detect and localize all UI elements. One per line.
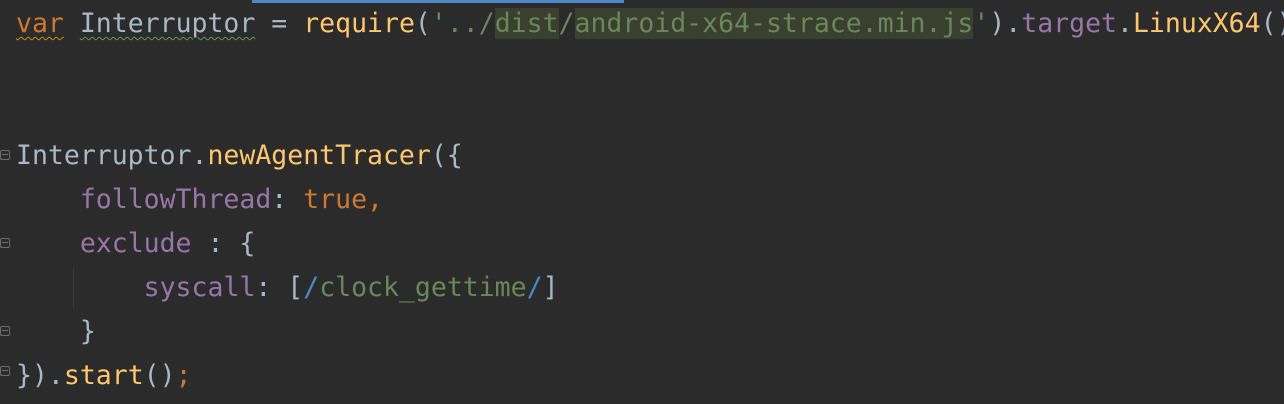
brace-close: }	[79, 316, 96, 347]
semicolon: ;	[175, 360, 192, 391]
property-exclude: exclude	[79, 228, 192, 259]
property-target: target	[1021, 8, 1117, 39]
function-linuxx64: LinuxX64	[1132, 8, 1261, 39]
code-line-8[interactable]: }	[16, 312, 96, 352]
property-syscall: syscall	[143, 272, 256, 303]
assignment-operator: =	[255, 8, 304, 39]
colon: :	[255, 272, 288, 303]
string-end-quote: '	[973, 8, 990, 39]
scroll-indicator	[252, 0, 624, 3]
code-line-1[interactable]: var Interruptor = require('../dist/andro…	[16, 4, 1284, 44]
property-followthread: followThread	[79, 184, 272, 215]
path-segment-file[interactable]: android-x64-strace.min.js	[574, 8, 974, 39]
code-line-6[interactable]: exclude : {	[16, 224, 256, 264]
comma: ,	[367, 184, 383, 215]
bracket-open: [	[287, 272, 304, 303]
editor-gutter	[0, 0, 14, 404]
keyword-var: var	[16, 8, 64, 39]
call-parens: ()	[143, 360, 176, 391]
code-line-4[interactable]: Interruptor.newAgentTracer({	[16, 136, 463, 176]
identifier-interruptor: Interruptor	[16, 140, 192, 171]
function-start: start	[63, 360, 144, 391]
path-separator: /	[558, 8, 575, 39]
paren-open: (	[414, 8, 431, 39]
colon: :	[271, 184, 304, 215]
colon-brace: : {	[191, 228, 256, 259]
fold-close-icon[interactable]	[0, 366, 10, 376]
close-call: }).	[16, 360, 64, 391]
string-prefix: '../	[430, 8, 495, 39]
open-call-object: ({	[430, 140, 463, 171]
boolean-true: true	[303, 184, 368, 215]
function-newagenttracer: newAgentTracer	[207, 140, 431, 171]
paren-close: ).	[989, 8, 1022, 39]
member-dot: .	[1116, 8, 1133, 39]
regex-delimiter: /	[303, 272, 320, 303]
member-dot: .	[191, 140, 208, 171]
regex-body: clock_gettime	[319, 272, 527, 303]
code-line-9[interactable]: }).start();	[16, 356, 192, 396]
identifier-interruptor: Interruptor	[79, 8, 256, 39]
fold-open-icon[interactable]	[0, 150, 10, 160]
code-line-7[interactable]: syscall: [/clock_gettime/]	[16, 268, 559, 308]
path-segment-dist[interactable]: dist	[494, 8, 559, 39]
regex-delimiter: /	[526, 272, 543, 303]
code-line-5[interactable]: followThread: true,	[16, 180, 383, 220]
call-parens: ()	[1260, 8, 1284, 39]
fold-open-icon[interactable]	[0, 238, 10, 248]
bracket-close: ]	[542, 272, 559, 303]
fold-close-icon[interactable]	[0, 326, 10, 336]
function-require: require	[303, 8, 415, 39]
